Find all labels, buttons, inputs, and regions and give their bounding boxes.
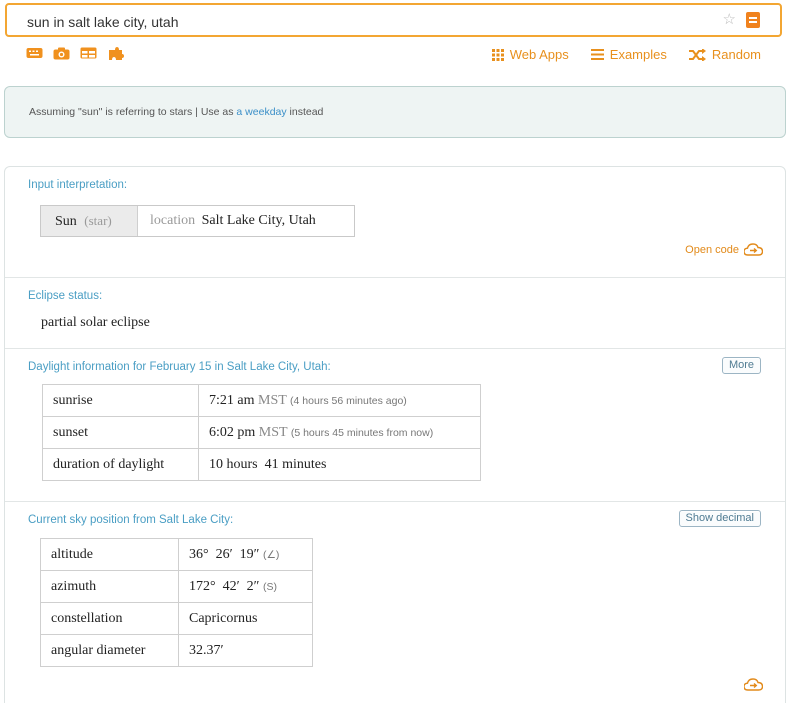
- cloud-arrow-icon: [744, 243, 763, 256]
- row-label: azimuth: [40, 570, 179, 603]
- time-note: (4 hours 56 minutes ago): [290, 394, 407, 407]
- table-row: azimuth 172° 42′ 2″ (S): [40, 570, 313, 603]
- shuffle-icon: [688, 48, 706, 61]
- menu-icon: [590, 49, 604, 60]
- pod-title: Daylight information for February 15 in …: [28, 361, 331, 373]
- pod-sky-position: Current sky position from Salt Lake City…: [5, 502, 785, 703]
- equals-icon[interactable]: [746, 12, 760, 28]
- grid-icon: [491, 48, 504, 61]
- row-value: Capricornus: [178, 602, 313, 635]
- time-value: 7:21 am: [209, 392, 255, 408]
- web-apps-label: Web Apps: [509, 47, 569, 62]
- input-mode-toolbar: [26, 47, 126, 61]
- open-code-link[interactable]: Open code: [685, 243, 763, 256]
- location-label: location: [150, 213, 196, 228]
- location-value: Salt Lake City, Utah: [201, 213, 316, 228]
- duration-value: 10 hours 41 minutes: [209, 456, 327, 472]
- row-label: sunset: [42, 416, 199, 449]
- table-row: duration of daylight 10 hours 41 minutes: [42, 448, 481, 481]
- puzzle-icon[interactable]: [107, 47, 126, 61]
- angle-icon: (∠): [263, 548, 280, 561]
- entity-type: (star): [84, 213, 112, 228]
- row-label: altitude: [40, 538, 179, 571]
- table-icon[interactable]: [80, 47, 99, 61]
- table-row: sunrise 7:21 am MST (4 hours 56 minutes …: [42, 384, 481, 417]
- row-value: 32.37′: [178, 634, 313, 667]
- row-value: 10 hours 41 minutes: [198, 448, 481, 481]
- random-link[interactable]: Random: [688, 47, 761, 62]
- camera-icon[interactable]: [53, 47, 72, 61]
- row-label: constellation: [40, 602, 179, 635]
- weekday-link[interactable]: a weekday: [236, 106, 286, 118]
- search-input[interactable]: [27, 12, 707, 32]
- interpretation-location: location Salt Lake City, Utah: [138, 206, 354, 236]
- interpretation-table: Sun (star) location Salt Lake City, Utah: [40, 205, 355, 237]
- table-row: altitude 36° 26′ 19″ (∠): [40, 538, 313, 571]
- random-label: Random: [711, 47, 761, 62]
- assumption-prefix: Assuming "sun" is referring to stars | U…: [29, 106, 237, 118]
- time-unit: MST: [258, 424, 288, 440]
- time-note: (5 hours 45 minutes from now): [290, 426, 434, 439]
- row-value: 172° 42′ 2″ (S): [178, 570, 313, 603]
- eclipse-value: partial solar eclipse: [41, 315, 150, 330]
- table-row: angular diameter 32.37′: [40, 634, 313, 667]
- results-panel: Input interpretation: Sun (star) locatio…: [4, 166, 786, 703]
- toolbar-links: Web Apps Examples Random: [491, 47, 761, 62]
- row-value: 6:02 pm MST (5 hours 45 minutes from now…: [198, 416, 481, 449]
- assumption-box: Assuming "sun" is referring to stars | U…: [4, 86, 786, 138]
- angle-value: 36° 26′ 19″: [189, 546, 260, 562]
- pod-title: Eclipse status:: [28, 290, 103, 302]
- row-label: duration of daylight: [42, 448, 199, 481]
- assumption-suffix: instead: [286, 106, 324, 118]
- daylight-table: sunrise 7:21 am MST (4 hours 56 minutes …: [42, 384, 481, 481]
- open-code-label: Open code: [685, 243, 739, 256]
- entity-name: Sun: [55, 214, 77, 229]
- table-row: constellation Capricornus: [40, 602, 313, 635]
- pod-title: Current sky position from Salt Lake City…: [28, 514, 234, 526]
- row-label: angular diameter: [40, 634, 179, 667]
- examples-label: Examples: [609, 47, 667, 62]
- angle-value: 172° 42′ 2″: [189, 578, 260, 594]
- table-row: sunset 6:02 pm MST (5 hours 45 minutes f…: [42, 416, 481, 449]
- keyboard-icon[interactable]: [26, 47, 45, 61]
- show-decimal-button[interactable]: Show decimal: [678, 510, 761, 527]
- sky-position-table: altitude 36° 26′ 19″ (∠) azimuth 172° 42…: [40, 538, 313, 667]
- pod-eclipse-status: Eclipse status: partial solar eclipse: [5, 278, 785, 349]
- assumption-text: Assuming "sun" is referring to stars | U…: [29, 106, 323, 118]
- direction-note: (S): [263, 580, 277, 593]
- interpretation-entity: Sun (star): [41, 206, 138, 236]
- row-value: 36° 26′ 19″ (∠): [178, 538, 313, 571]
- star-icon[interactable]: ☆: [723, 10, 736, 28]
- pod-input-interpretation: Input interpretation: Sun (star) locatio…: [5, 167, 785, 278]
- time-unit: MST: [258, 392, 287, 408]
- examples-link[interactable]: Examples: [590, 47, 667, 62]
- pod-title: Input interpretation:: [28, 179, 128, 191]
- more-button[interactable]: More: [721, 357, 761, 374]
- search-bar: ☆: [5, 3, 782, 37]
- row-label: sunrise: [42, 384, 199, 417]
- web-apps-link[interactable]: Web Apps: [491, 47, 569, 62]
- cloud-arrow-icon[interactable]: [744, 678, 763, 691]
- time-value: 6:02 pm: [209, 424, 256, 440]
- row-value: 7:21 am MST (4 hours 56 minutes ago): [198, 384, 481, 417]
- pod-daylight-information: Daylight information for February 15 in …: [5, 349, 785, 502]
